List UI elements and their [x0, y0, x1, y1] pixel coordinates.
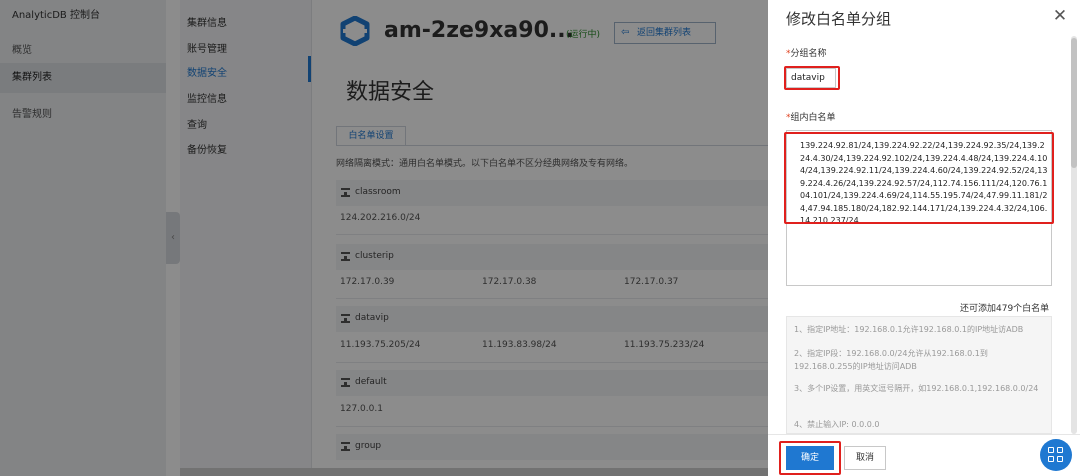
confirm-button[interactable]: 确定 [786, 446, 834, 470]
dialog-title: 修改白名单分组 [786, 10, 892, 28]
annotation-highlight-whitelist [784, 132, 1054, 224]
whitelist-label-text: 组内白名单 [790, 113, 836, 123]
help-grid-icon[interactable] [1040, 439, 1072, 471]
grid-cell [1057, 456, 1063, 462]
group-name-label-text: 分组名称 [790, 49, 827, 59]
whitelist-tips-box: 1、指定IP地址：192.168.0.1允许192.168.0.1的IP地址访A… [786, 316, 1052, 434]
cancel-button[interactable]: 取消 [844, 446, 886, 470]
remaining-count-text: 还可添加479个白名单 [960, 304, 1050, 314]
tip-item: 4、禁止输入IP: 0.0.0.0 [794, 420, 880, 429]
dialog-footer: 确定 取消 [768, 434, 1080, 476]
close-icon[interactable]: ✕ [1050, 6, 1070, 26]
grid-cell [1048, 456, 1054, 462]
grid-cell [1057, 447, 1063, 453]
annotation-highlight-group-name [784, 66, 840, 90]
vertical-scrollbar[interactable] [1071, 36, 1077, 434]
tip-item: 1、指定IP地址：192.168.0.1允许192.168.0.1的IP地址访A… [794, 325, 1024, 334]
group-name-label: *分组名称 [786, 46, 827, 59]
tip-item: 3、多个IP设置，用英文逗号隔开，如192.168.0.1,192.168.0.… [794, 384, 1039, 393]
grid-cell [1048, 447, 1054, 453]
edit-whitelist-dialog: 修改白名单分组 ✕ *分组名称 datavip *组内白名单 139.224.9… [768, 0, 1080, 476]
tip-item: 2、指定IP段：192.168.0.0/24允许从192.168.0.1到192… [794, 349, 988, 371]
modal-overlay[interactable] [0, 0, 768, 476]
whitelist-label: *组内白名单 [786, 110, 836, 123]
